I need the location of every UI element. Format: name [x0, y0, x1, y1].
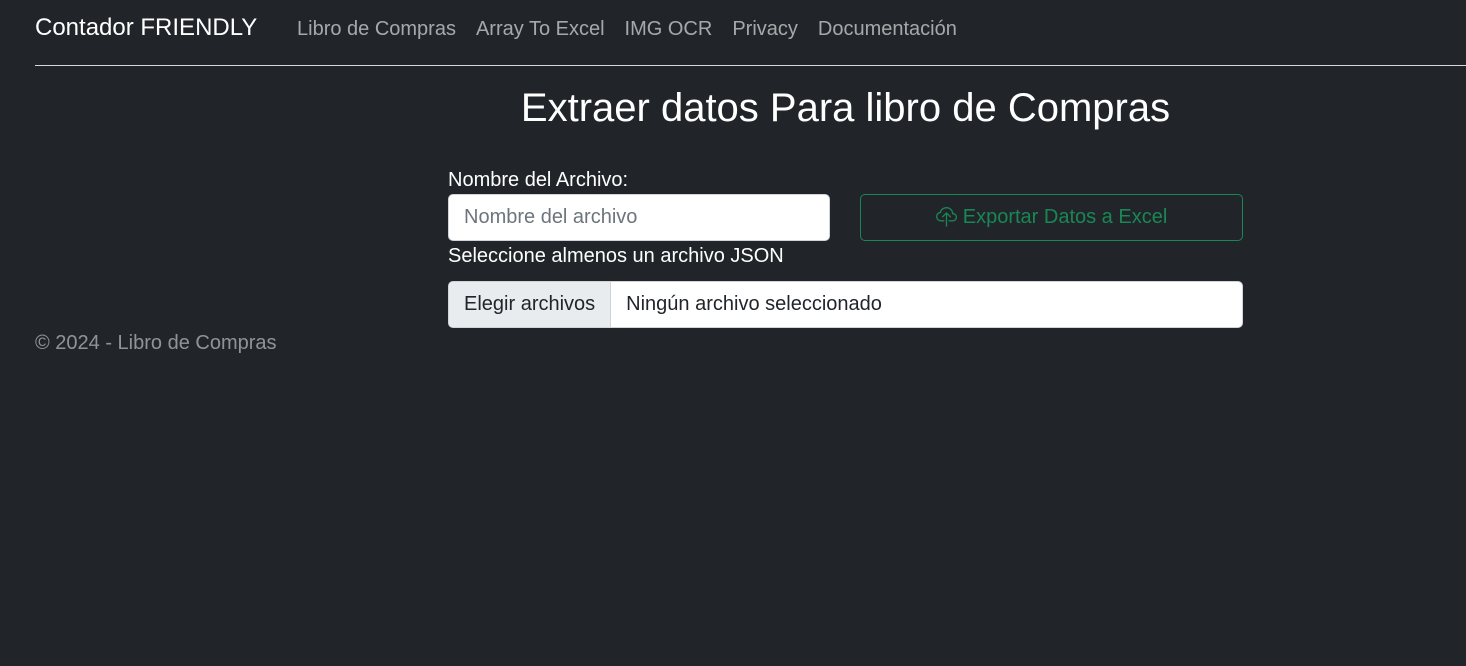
cloud-upload-icon: [935, 207, 957, 227]
file-label: Seleccione almenos un archivo JSON: [448, 245, 784, 267]
export-excel-button[interactable]: Exportar Datos a Excel: [860, 194, 1243, 241]
page-title: Extraer datos Para libro de Compras: [520, 86, 1171, 130]
nav-link-img-ocr[interactable]: IMG OCR: [615, 18, 723, 41]
file-status-text: Ningún archivo seleccionado: [626, 293, 882, 315]
nav-link-documentacion[interactable]: Documentación: [808, 18, 967, 41]
nav-link-array-to-excel[interactable]: Array To Excel: [466, 18, 615, 41]
export-button-label: Exportar Datos a Excel: [962, 206, 1168, 228]
filename-label: Nombre del Archivo:: [448, 169, 629, 191]
nav-link-privacy[interactable]: Privacy: [722, 18, 808, 41]
nav-link-libro-de-compras[interactable]: Libro de Compras: [287, 18, 466, 41]
navbar: Contador FRIENDLY Libro de Compras Array…: [35, 0, 1466, 66]
json-file-input[interactable]: Elegir archivos Ningún archivo seleccion…: [448, 281, 1243, 328]
nav-links: Libro de Compras Array To Excel IMG OCR …: [287, 18, 967, 41]
footer-copyright: © 2024 - Libro de Compras: [35, 332, 277, 354]
filename-input[interactable]: [448, 194, 830, 241]
navbar-brand[interactable]: Contador FRIENDLY: [35, 14, 257, 42]
choose-files-button[interactable]: Elegir archivos: [449, 282, 612, 327]
